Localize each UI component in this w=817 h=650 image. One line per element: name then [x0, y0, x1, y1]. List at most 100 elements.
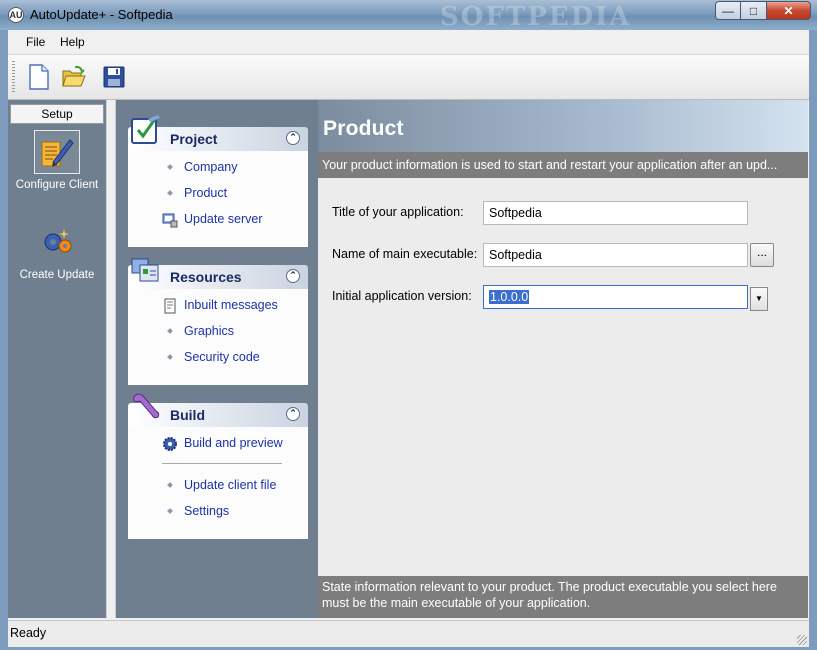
- executable-input[interactable]: Softpedia: [483, 243, 748, 267]
- message-icon: [164, 298, 176, 314]
- window-title: AutoUpdate+ - Softpedia: [30, 7, 173, 22]
- new-button[interactable]: [24, 62, 54, 92]
- task-build-and-preview[interactable]: Build and preview: [128, 431, 308, 457]
- create-update-icon: [44, 229, 72, 253]
- open-button[interactable]: [59, 62, 89, 92]
- group-resources: Resources ⌃ Inbuilt messages Graphics Se…: [128, 258, 308, 385]
- task-graphics-label[interactable]: Graphics: [184, 324, 234, 338]
- task-graphics[interactable]: Graphics: [128, 319, 308, 345]
- panel-splitter[interactable]: [106, 100, 116, 618]
- status-bar: Ready: [8, 620, 809, 647]
- open-folder-icon: [62, 65, 86, 87]
- configure-client-icon: [41, 139, 74, 167]
- group-resources-header[interactable]: Resources ⌃: [128, 258, 308, 289]
- version-combobox[interactable]: 1.0.0.0: [483, 285, 748, 309]
- group-project-header[interactable]: Project ⌃: [128, 115, 308, 151]
- page-description: Your product information is used to star…: [318, 152, 808, 178]
- page-header: Product: [318, 100, 808, 152]
- collapse-build-button[interactable]: ⌃: [286, 407, 300, 421]
- bullet-icon: [167, 190, 173, 196]
- close-icon: ✕: [783, 3, 794, 18]
- resources-icon: [131, 258, 159, 282]
- resize-grip[interactable]: [797, 635, 807, 645]
- task-update-client-file-label[interactable]: Update client file: [184, 478, 276, 492]
- window-controls: — □ ✕: [715, 1, 811, 21]
- frame-right: [809, 30, 817, 650]
- title-bar[interactable]: AU AutoUpdate+ - Softpedia SOFTPEDIA — □…: [0, 0, 817, 32]
- group-build-header[interactable]: Build ⌃: [128, 393, 308, 427]
- gear-icon: [163, 437, 177, 451]
- task-company[interactable]: Company: [128, 155, 308, 181]
- minimize-icon: —: [722, 3, 734, 18]
- nav-configure-client-label: Configure Client: [15, 179, 99, 191]
- project-icon: [131, 115, 160, 144]
- product-page: Product Your product information is used…: [318, 100, 808, 618]
- toolbar-grip[interactable]: [12, 61, 15, 93]
- task-settings[interactable]: Settings: [128, 499, 308, 525]
- task-product-label[interactable]: Product: [184, 186, 227, 200]
- task-update-server[interactable]: Update server: [128, 207, 308, 233]
- task-build-and-preview-label[interactable]: Build and preview: [184, 436, 283, 450]
- setup-panel: Setup Configure Client Create Update: [8, 100, 106, 618]
- group-separator: [128, 457, 308, 473]
- title-label: Title of your application:: [332, 205, 464, 219]
- menu-file[interactable]: File: [26, 35, 45, 49]
- bullet-icon: [167, 328, 173, 334]
- save-icon: [103, 66, 125, 88]
- task-company-label[interactable]: Company: [184, 160, 238, 174]
- task-security-code[interactable]: Security code: [128, 345, 308, 371]
- page-title: Product: [323, 117, 404, 140]
- task-product[interactable]: Product: [128, 181, 308, 207]
- status-text: Ready: [10, 626, 47, 640]
- group-resources-body: Inbuilt messages Graphics Security code: [128, 289, 308, 385]
- executable-label: Name of main executable:: [332, 247, 478, 261]
- server-icon: [162, 213, 178, 228]
- chevron-down-icon: ▼: [755, 294, 763, 303]
- group-project: Project ⌃ Company Product Update server: [128, 115, 308, 247]
- collapse-project-button[interactable]: ⌃: [286, 131, 300, 145]
- menu-help[interactable]: Help: [60, 35, 85, 49]
- version-label: Initial application version:: [332, 289, 472, 303]
- menu-bar: File Help: [8, 30, 809, 55]
- bullet-icon: [167, 508, 173, 514]
- minimize-button[interactable]: —: [715, 1, 741, 20]
- group-resources-title: Resources: [170, 269, 242, 285]
- task-inbuilt-messages[interactable]: Inbuilt messages: [128, 293, 308, 319]
- save-button[interactable]: [99, 62, 129, 92]
- collapse-resources-button[interactable]: ⌃: [286, 269, 300, 283]
- bullet-icon: [167, 164, 173, 170]
- task-settings-label[interactable]: Settings: [184, 504, 229, 518]
- task-update-client-file[interactable]: Update client file: [128, 473, 308, 499]
- task-pane: Project ⌃ Company Product Update server …: [116, 100, 318, 618]
- new-document-icon: [29, 64, 49, 90]
- setup-header[interactable]: Setup: [10, 104, 104, 124]
- task-inbuilt-messages-label[interactable]: Inbuilt messages: [184, 298, 278, 312]
- title-input[interactable]: Softpedia: [483, 201, 748, 225]
- group-build-title: Build: [170, 407, 205, 423]
- version-dropdown-button[interactable]: ▼: [750, 287, 768, 311]
- maximize-button[interactable]: □: [741, 1, 767, 20]
- toolbar: [8, 55, 809, 100]
- app-window: AU AutoUpdate+ - Softpedia SOFTPEDIA — □…: [0, 0, 817, 650]
- task-security-code-label[interactable]: Security code: [184, 350, 260, 364]
- bullet-icon: [167, 354, 173, 360]
- group-project-body: Company Product Update server: [128, 151, 308, 247]
- group-build: Build ⌃ Build and preview Update client …: [128, 393, 308, 539]
- browse-button[interactable]: ...: [750, 243, 774, 267]
- app-icon[interactable]: AU: [8, 7, 24, 23]
- configure-client-button[interactable]: [34, 130, 80, 174]
- frame-left: [0, 30, 8, 650]
- nav-create-update-label: Create Update: [19, 269, 95, 281]
- bullet-icon: [167, 482, 173, 488]
- version-value[interactable]: 1.0.0.0: [489, 290, 530, 304]
- maximize-icon: □: [749, 3, 758, 18]
- page-footer-info: State information relevant to your produ…: [318, 576, 808, 618]
- create-update-button[interactable]: [34, 220, 80, 264]
- close-button[interactable]: ✕: [767, 1, 811, 20]
- task-update-server-label[interactable]: Update server: [184, 212, 263, 226]
- group-project-title: Project: [170, 131, 218, 147]
- watermark: SOFTPEDIA: [440, 2, 632, 32]
- nav-configure-client[interactable]: Configure Client: [10, 130, 104, 191]
- group-build-body: Build and preview Update client file Set…: [128, 427, 308, 539]
- nav-create-update[interactable]: Create Update: [10, 220, 104, 281]
